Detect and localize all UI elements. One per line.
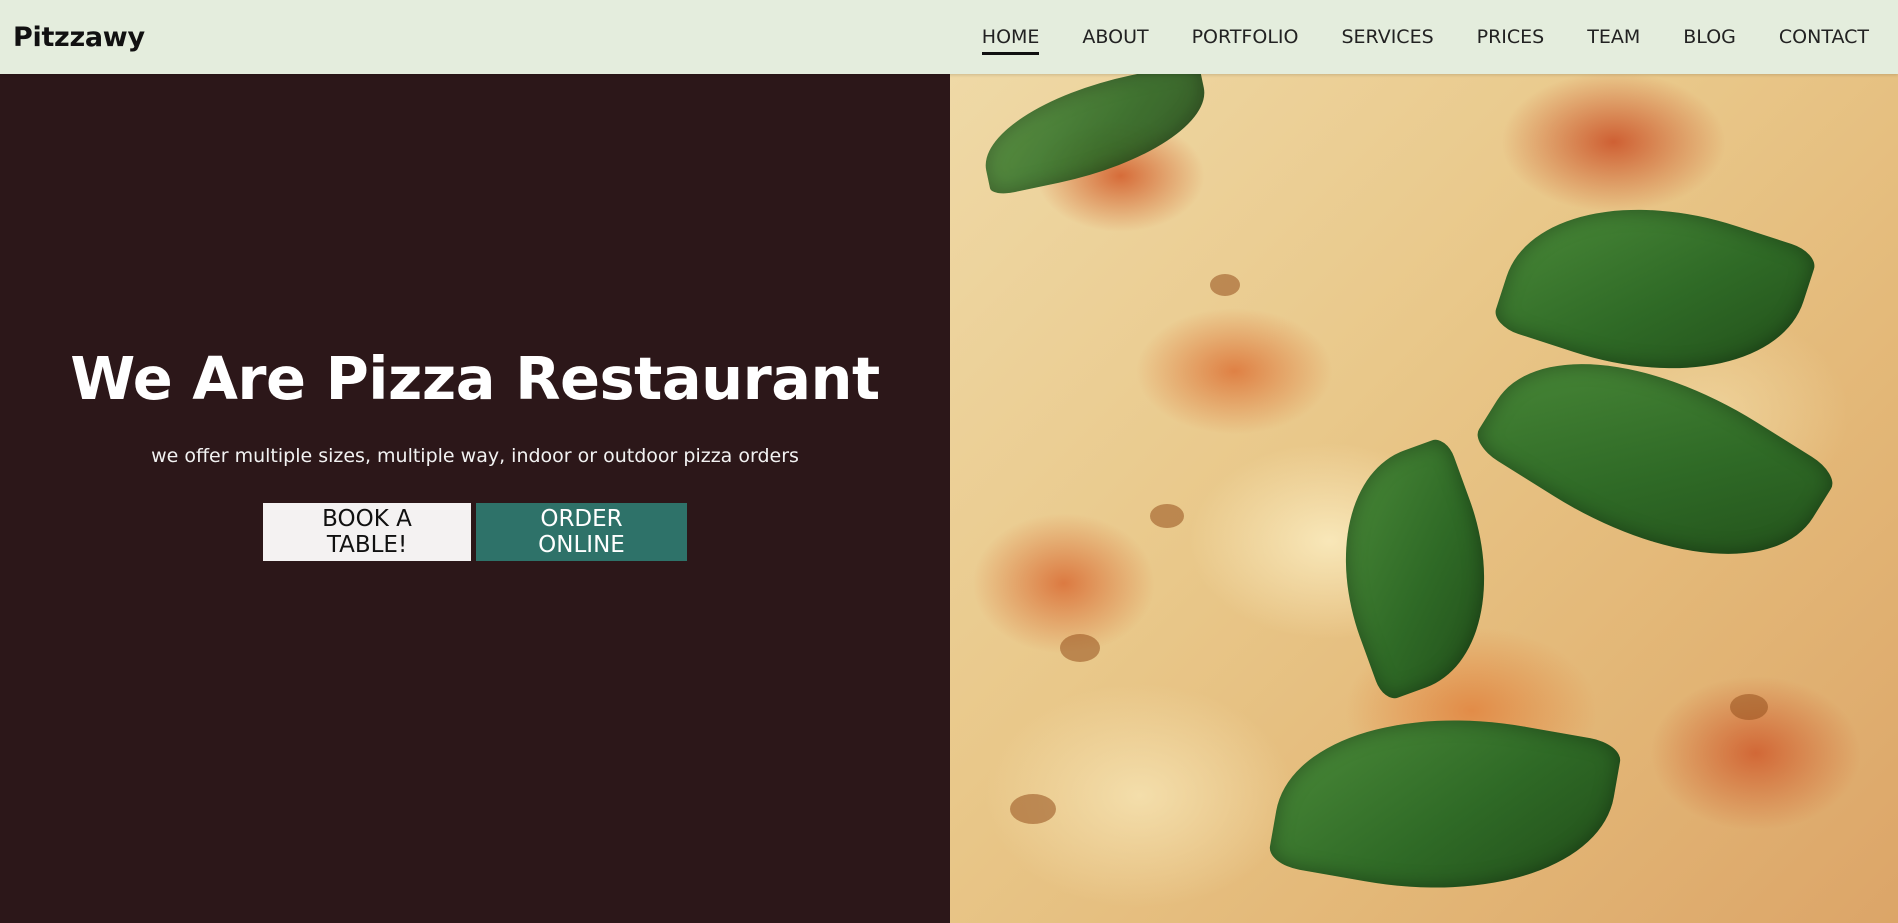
nav-link-contact[interactable]: CONTACT (1779, 22, 1869, 52)
bake-spot-decoration (1730, 694, 1768, 720)
hero-buttons: BOOK A TABLE! ORDER ONLINE (263, 503, 687, 561)
nav-links: HOME ABOUT PORTFOLIO SERVICES PRICES TEA… (939, 22, 1869, 55)
nav-link-services[interactable]: SERVICES (1341, 22, 1433, 52)
bake-spot-decoration (1010, 794, 1056, 824)
bake-spot-decoration (1150, 504, 1184, 528)
nav-link-home[interactable]: HOME (981, 22, 1039, 55)
hero-subtitle: we offer multiple sizes, multiple way, i… (151, 445, 799, 467)
pizza-photo (950, 74, 1898, 923)
hero-title: We Are Pizza Restaurant (70, 344, 880, 413)
navbar: Pitzzawy HOME ABOUT PORTFOLIO SERVICES P… (0, 0, 1898, 74)
basil-leaf-decoration (1266, 686, 1624, 922)
nav-link-portfolio[interactable]: PORTFOLIO (1192, 22, 1299, 52)
nav-link-about[interactable]: ABOUT (1082, 22, 1148, 52)
nav-link-blog[interactable]: BLOG (1683, 22, 1736, 52)
nav-link-prices[interactable]: PRICES (1477, 22, 1545, 52)
bake-spot-decoration (1060, 634, 1100, 662)
brand-logo[interactable]: Pitzzawy (13, 22, 145, 53)
hero-section: We Are Pizza Restaurant we offer multipl… (0, 74, 1898, 923)
basil-leaf-decoration (973, 74, 1217, 197)
basil-leaf-decoration (1305, 435, 1525, 703)
order-online-button[interactable]: ORDER ONLINE (476, 503, 687, 561)
nav-link-team[interactable]: TEAM (1587, 22, 1640, 52)
book-table-button[interactable]: BOOK A TABLE! (263, 503, 471, 561)
bake-spot-decoration (1210, 274, 1240, 296)
hero-text-panel: We Are Pizza Restaurant we offer multipl… (0, 74, 950, 923)
